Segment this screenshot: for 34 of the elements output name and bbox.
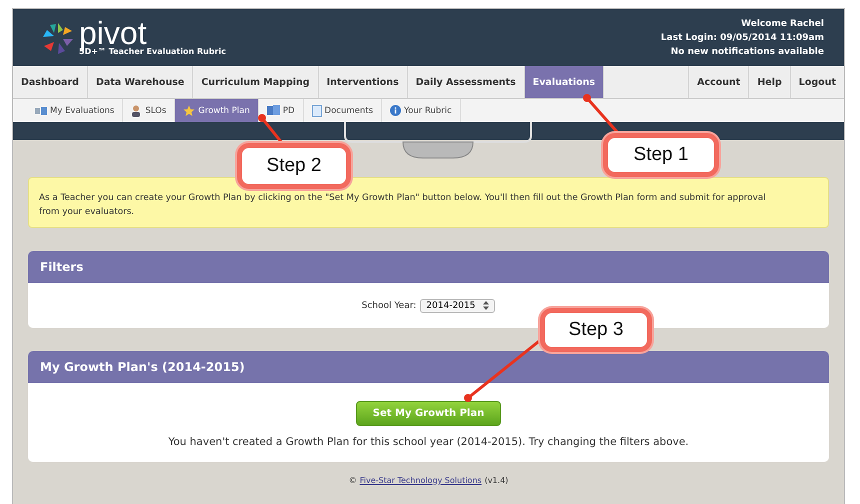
star-icon	[183, 104, 196, 116]
person-icon	[131, 104, 142, 116]
company-link[interactable]: Five-Star Technology Solutions	[360, 476, 482, 485]
step-callout: Step 1	[603, 133, 719, 177]
panel-header: Filters	[28, 251, 829, 283]
nav-tab[interactable]: Data Warehouse	[88, 66, 194, 98]
card-icon	[35, 106, 47, 116]
nav-tab[interactable]: Dashboard	[13, 66, 88, 98]
school-year-select[interactable]: 2014-2015	[420, 298, 496, 312]
notice-message: As a Teacher you can create your Growth Plan by clicking on the "Set My Growth Plan" button below. You'll then fill out the Growth Plan form and submit for approval from your evaluators.	[28, 177, 829, 228]
nav-tab[interactable]: Curriculum Mapping	[193, 66, 319, 98]
nav-tab[interactable]: Evaluations	[524, 66, 604, 98]
version-text: (v1.4)	[484, 476, 508, 485]
callout-arrow	[583, 94, 620, 134]
school-year-label: School Year:	[362, 300, 416, 310]
logo-icon	[41, 20, 75, 54]
sub-nav-tab[interactable]: Growth Plan	[175, 99, 259, 122]
last-login-text: Last Login: 09/05/2014 11:09am	[660, 32, 824, 44]
document-icon	[312, 104, 322, 116]
info-icon	[390, 105, 401, 116]
notification-text: No new notifications available	[670, 46, 824, 58]
nav-link[interactable]: Account	[688, 66, 748, 98]
copyright-symbol: ©	[348, 476, 357, 485]
panel-header: My Growth Plan's (2014-2015)	[28, 351, 829, 383]
nav-tab[interactable]: Interventions	[318, 66, 408, 98]
empty-message: You haven't created a Growth Plan for this school year (2014-2015). Try changing the filters above.	[168, 436, 689, 448]
nav-link[interactable]: Logout	[790, 66, 844, 98]
books-icon	[266, 105, 280, 116]
nav-link[interactable]: Help	[748, 66, 790, 98]
welcome-text: Welcome Rachel	[741, 18, 824, 30]
step-callout: Step 3	[540, 308, 652, 352]
step-callout: Step 2	[237, 143, 351, 189]
stepper-icon	[483, 301, 490, 310]
callout-arrow	[258, 114, 284, 144]
